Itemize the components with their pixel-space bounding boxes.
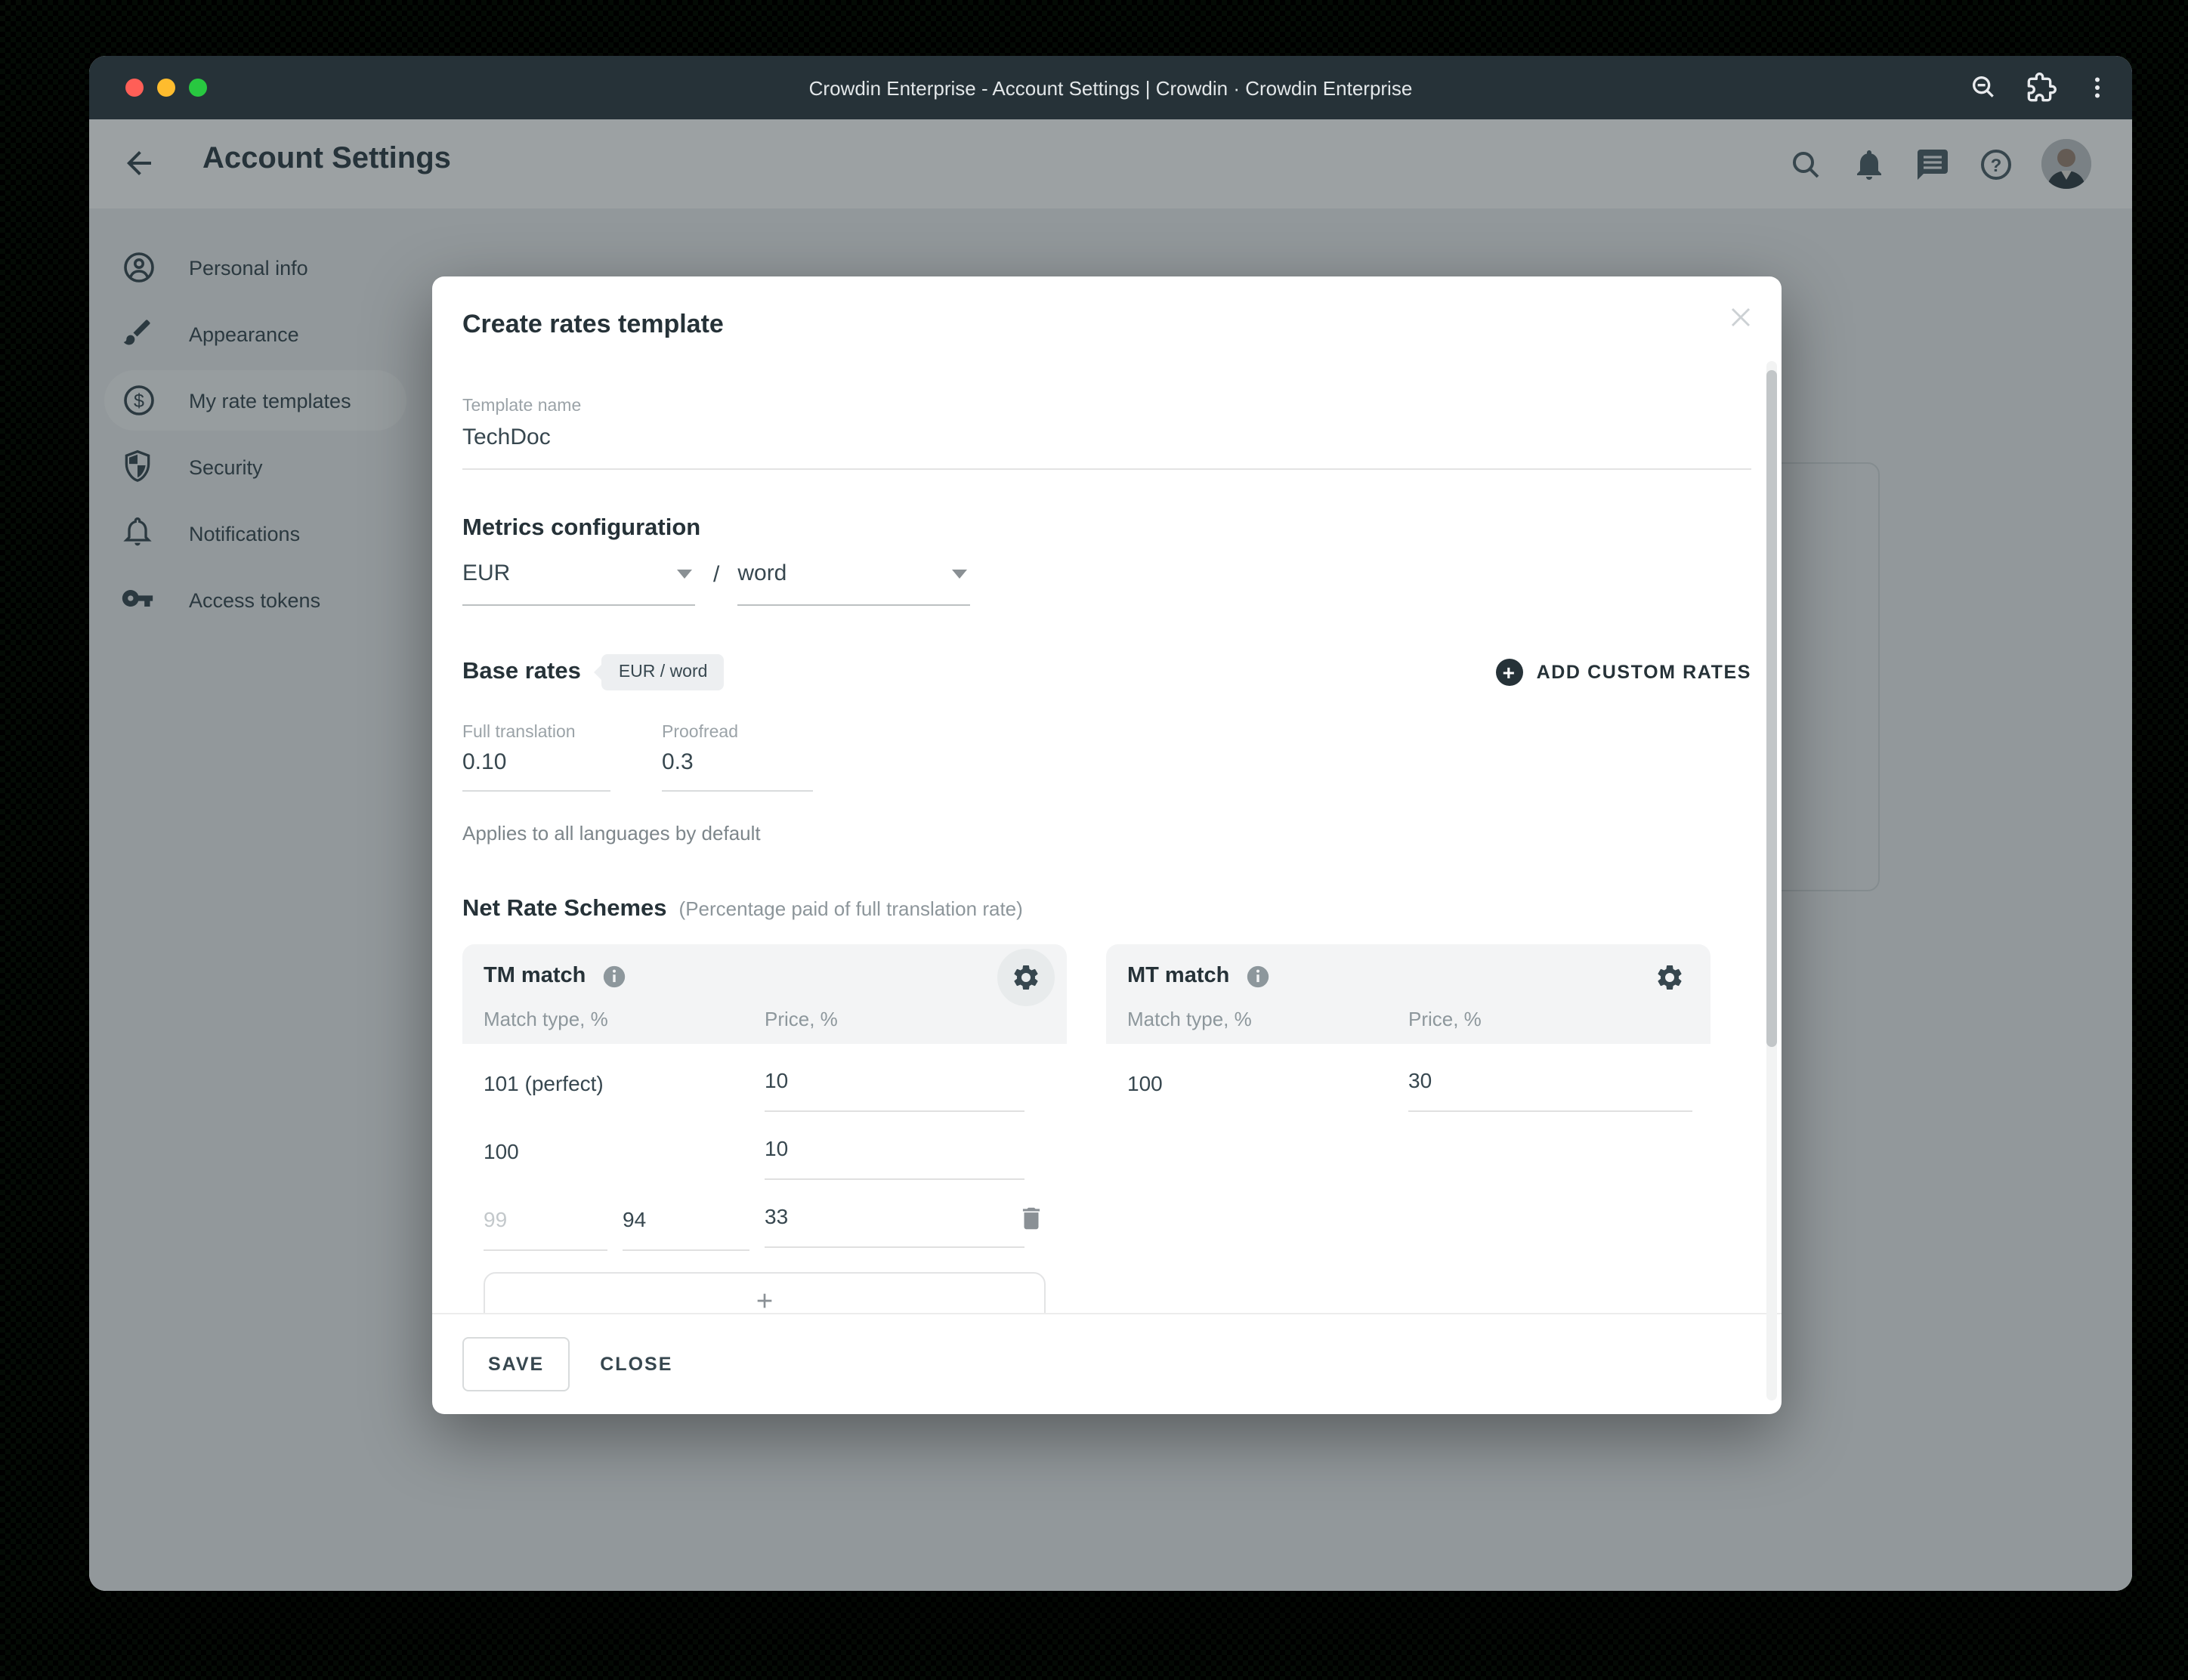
close-icon[interactable]	[1724, 301, 1757, 334]
match-type-value: 101 (perfect)	[484, 1071, 604, 1095]
modal-scrollbar-thumb[interactable]	[1766, 370, 1777, 1047]
browser-titlebar: Crowdin Enterprise - Account Settings | …	[89, 56, 2132, 119]
chevron-down-icon	[952, 569, 968, 578]
extensions-puzzle-icon[interactable]	[2026, 73, 2057, 103]
price-input[interactable]	[765, 1068, 1024, 1112]
rate-row: 100	[1127, 1044, 1711, 1112]
tm-match-card: TM match Match type, % Price, % 101 (per…	[462, 944, 1067, 1313]
full-translation-label: Full translation	[462, 724, 576, 742]
chevron-down-icon	[677, 569, 692, 578]
currency-select[interactable]: EUR	[462, 561, 695, 606]
mt-match-settings-gear-icon[interactable]	[1641, 949, 1698, 1006]
traffic-lights	[125, 56, 207, 119]
browser-tab-title: Crowdin Enterprise - Account Settings | …	[808, 76, 1413, 99]
modal-footer: SAVE CLOSE	[432, 1313, 1782, 1414]
net-rate-schemes-heading: Net Rate Schemes (Percentage paid of full…	[462, 896, 1023, 922]
zoom-window-button[interactable]	[189, 79, 207, 97]
plus-icon	[757, 1293, 772, 1308]
browser-menu-kebab-icon[interactable]	[2084, 74, 2111, 101]
metrics-separator: /	[713, 562, 720, 588]
price-input[interactable]	[1408, 1068, 1692, 1112]
plus-circle-icon: +	[1495, 659, 1523, 686]
modal-body: Create rates template Template name Metr…	[432, 276, 1782, 1313]
match-type-column-header: Match type, %	[1127, 1008, 1252, 1030]
add-custom-rates-label: ADD CUSTOM RATES	[1536, 662, 1751, 683]
zoom-out-icon[interactable]	[1969, 73, 1999, 103]
save-button[interactable]: SAVE	[462, 1337, 570, 1391]
rate-row: 101 (perfect)	[484, 1044, 1067, 1112]
net-rate-schemes-subtitle: (Percentage paid of full translation rat…	[678, 897, 1023, 920]
browser-window: Crowdin Enterprise - Account Settings | …	[89, 56, 2132, 1591]
match-to-input[interactable]	[623, 1207, 749, 1251]
add-rate-row-button[interactable]	[484, 1272, 1046, 1313]
match-from-input[interactable]	[484, 1207, 607, 1251]
close-window-button[interactable]	[125, 79, 144, 97]
base-rates-heading: Base rates	[462, 659, 581, 684]
rate-row: 100	[484, 1112, 1067, 1180]
metrics-configuration-heading: Metrics configuration	[462, 515, 701, 541]
add-custom-rates-button[interactable]: + ADD CUSTOM RATES	[1495, 659, 1751, 686]
price-column-header: Price, %	[765, 1008, 838, 1030]
proofread-label: Proofread	[662, 724, 739, 742]
base-rates-note: Applies to all languages by default	[462, 822, 761, 845]
proofread-input[interactable]	[662, 749, 813, 792]
tm-match-title: TM match	[484, 964, 586, 988]
close-button[interactable]: CLOSE	[591, 1339, 681, 1390]
match-type-value: 100	[1127, 1071, 1163, 1095]
price-input[interactable]	[765, 1136, 1024, 1180]
modal-title: Create rates template	[462, 310, 724, 338]
tm-match-settings-gear-icon[interactable]	[997, 949, 1055, 1006]
match-type-column-header: Match type, %	[484, 1008, 608, 1030]
base-rates-unit-chip: EUR / word	[594, 654, 725, 690]
mt-match-card: MT match Match type, % Price, % 100 30	[1106, 944, 1711, 1313]
delete-row-trash-icon[interactable]	[1017, 1204, 1046, 1233]
unit-select[interactable]: word	[737, 561, 971, 606]
mt-match-title: MT match	[1127, 964, 1230, 988]
rate-row	[484, 1180, 1067, 1251]
info-icon[interactable]	[601, 963, 626, 989]
price-input[interactable]	[765, 1204, 1024, 1248]
full-translation-input[interactable]	[462, 749, 610, 792]
info-icon[interactable]	[1244, 963, 1270, 989]
currency-select-value: EUR	[462, 561, 511, 586]
unit-select-value: word	[737, 561, 787, 586]
match-type-value: 100	[484, 1139, 519, 1163]
template-name-input[interactable]	[462, 425, 1751, 470]
price-column-header: Price, %	[1408, 1008, 1482, 1030]
template-name-label: Template name	[462, 397, 582, 415]
minimize-window-button[interactable]	[157, 79, 175, 97]
create-rates-template-modal: Create rates template Template name Metr…	[432, 276, 1782, 1414]
